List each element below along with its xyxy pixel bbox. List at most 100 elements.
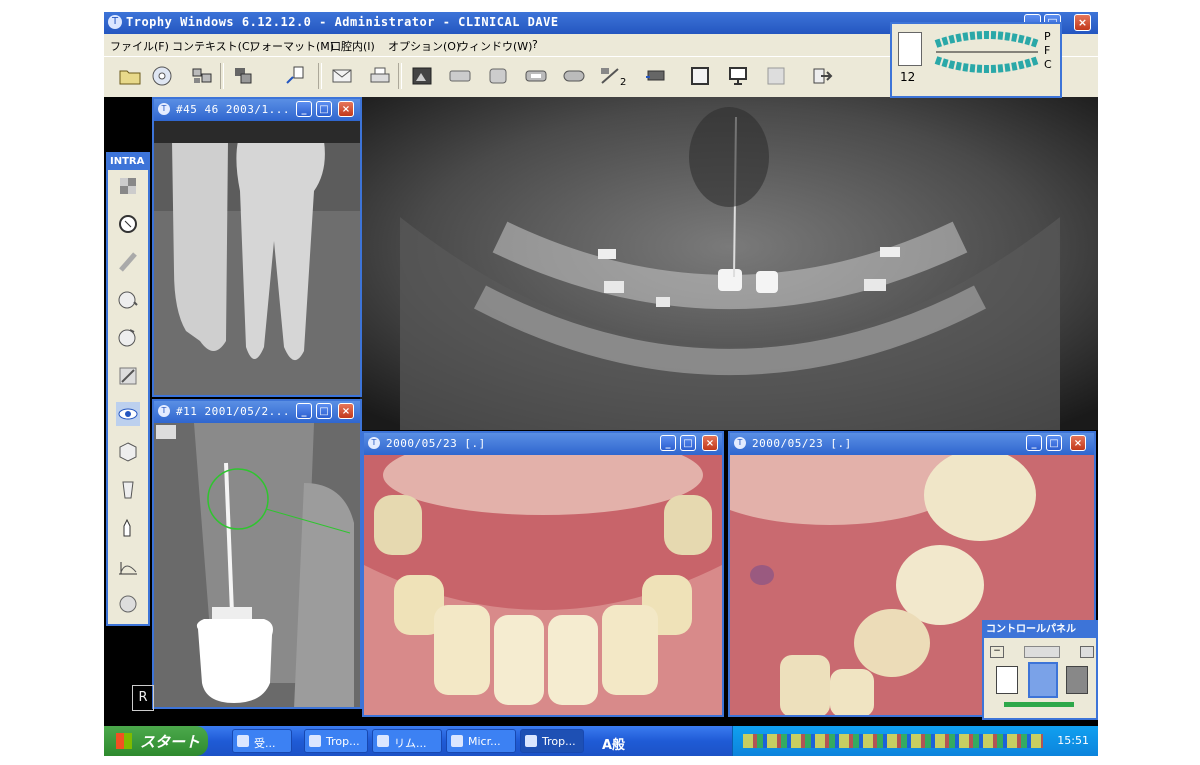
menu-file[interactable]: ファイル(F) (110, 38, 169, 54)
desktop-screen: T Trophy Windows 6.12.12.0 - Administrat… (104, 12, 1098, 756)
close-button[interactable]: × (1074, 14, 1091, 31)
check-button[interactable] (1080, 646, 1094, 658)
control-panel[interactable]: コントロールパネル − (982, 620, 1098, 720)
menu-intraoral[interactable]: 口腔内(I) (330, 38, 375, 54)
level-slider[interactable] (1004, 702, 1074, 707)
menu-help[interactable]: ? (532, 38, 538, 51)
projector-icon[interactable] (644, 65, 668, 87)
windows-logo-icon (116, 733, 132, 749)
photo-window-1[interactable]: T 2000/05/23 [.] _ □ × (362, 431, 724, 717)
close-button[interactable]: × (1070, 435, 1086, 451)
window-icon: T (158, 103, 170, 115)
taskbar-item-active[interactable]: Trop... (520, 729, 584, 753)
camera-icon[interactable] (190, 65, 214, 87)
app-title: Trophy Windows 6.12.12.0 - Administrator… (126, 15, 559, 29)
tooth-icon[interactable] (116, 478, 140, 502)
ime-indicator[interactable]: A般 (602, 734, 625, 753)
capture-icon[interactable] (486, 65, 510, 87)
import-icon[interactable] (284, 65, 308, 87)
tooth-chart-panel[interactable]: 12 P F C (890, 22, 1062, 98)
film-icon[interactable] (448, 65, 472, 87)
rotate-90-icon[interactable] (116, 326, 140, 350)
xray-window-1[interactable]: T #45 46 2003/1... _ □ × (152, 97, 362, 397)
menu-window[interactable]: ウィンドウ(W) (458, 38, 532, 54)
image-icon[interactable] (410, 65, 434, 87)
invert-button[interactable] (1066, 666, 1088, 694)
menu-options[interactable]: オプション(O) (388, 38, 460, 54)
taskbar-item[interactable]: 受... (232, 729, 292, 753)
exit-icon[interactable] (810, 65, 834, 87)
tooth-selector-icon[interactable] (898, 32, 922, 66)
frame-icon[interactable] (688, 65, 712, 87)
maximize-button[interactable]: □ (680, 435, 696, 451)
contrast-button[interactable] (996, 666, 1018, 694)
start-button[interactable]: スタート (104, 726, 208, 756)
histogram-icon[interactable] (116, 554, 140, 578)
compare-icon[interactable] (598, 65, 622, 87)
magnify-icon[interactable] (116, 212, 140, 236)
minimize-button[interactable]: _ (296, 403, 312, 419)
intra-toolbar-title: INTRA (108, 154, 148, 170)
close-button[interactable]: × (338, 403, 354, 419)
draw-icon[interactable] (116, 364, 140, 388)
letter-f[interactable]: F (1044, 44, 1052, 58)
xray-window-2[interactable]: T #11 2001/05/2... _ □ × (152, 399, 362, 709)
minimize-button[interactable]: _ (1026, 435, 1042, 451)
xray-image-2[interactable] (154, 423, 360, 707)
ruler-icon[interactable] (116, 250, 140, 274)
hand-icon[interactable] (116, 516, 140, 540)
menu-context[interactable]: コンテキスト(C) (172, 38, 254, 54)
letter-c[interactable]: C (1044, 58, 1052, 72)
mosaic-icon[interactable] (116, 174, 140, 198)
scan-icon[interactable] (524, 65, 548, 87)
cd-icon[interactable] (150, 65, 174, 87)
close-button[interactable]: × (702, 435, 718, 451)
blank-icon[interactable] (764, 65, 788, 87)
photo-window-1-titlebar[interactable]: T 2000/05/23 [.] _ □ × (364, 433, 722, 455)
control-panel-title: コントロールパネル (984, 622, 1096, 638)
taskbar-item[interactable]: Trop... (304, 729, 368, 753)
layout-icon[interactable] (232, 65, 256, 87)
orientation-label: R (132, 685, 154, 711)
monitor-icon[interactable] (726, 65, 750, 87)
panoramic-xray[interactable] (360, 97, 1098, 430)
sensor-icon[interactable] (562, 65, 586, 87)
dental-arch-chart[interactable] (932, 30, 1042, 90)
counter-label: 2 (620, 77, 627, 88)
maximize-button[interactable]: □ (316, 101, 332, 117)
minus-button[interactable]: − (990, 646, 1004, 658)
xray-window-1-title: #45 46 2003/1... (176, 103, 290, 116)
tooth-number: 12 (900, 70, 916, 84)
photo-window-2-titlebar[interactable]: T 2000/05/23 [.] _ □ × (730, 433, 1094, 455)
rotate-180-icon[interactable] (116, 288, 140, 312)
photo-window-2-title: 2000/05/23 [.] (752, 437, 852, 450)
menu-format[interactable]: フォーマット(M) (250, 38, 334, 54)
taskbar-item[interactable]: リム... (372, 729, 442, 753)
maximize-button[interactable]: □ (316, 403, 332, 419)
app-icon: T (108, 15, 122, 29)
system-tray: 15:51 (732, 726, 1098, 756)
app-icon (525, 735, 537, 747)
open-folder-icon[interactable] (118, 65, 142, 87)
cube-icon[interactable] (116, 440, 140, 464)
xray-window-1-titlebar[interactable]: T #45 46 2003/1... _ □ × (154, 99, 360, 121)
taskbar-item[interactable]: Micr... (446, 729, 516, 753)
tray-icons[interactable] (743, 734, 1043, 748)
app-icon (237, 735, 249, 747)
letter-p[interactable]: P (1044, 30, 1052, 44)
print-icon[interactable] (368, 65, 392, 87)
eye-icon[interactable] (116, 402, 140, 426)
mail-icon[interactable] (330, 65, 354, 87)
xray-image-1[interactable] (154, 121, 360, 395)
app-icon (451, 735, 463, 747)
maximize-button[interactable]: □ (1046, 435, 1062, 451)
app-icon (309, 735, 321, 747)
minimize-button[interactable]: _ (660, 435, 676, 451)
xray-window-2-titlebar[interactable]: T #11 2001/05/2... _ □ × (154, 401, 360, 423)
intraoral-photo-1[interactable] (364, 455, 722, 715)
brightness-control[interactable] (1024, 646, 1060, 658)
tooth-chart-icon[interactable] (116, 592, 140, 616)
minimize-button[interactable]: _ (296, 101, 312, 117)
gamma-button[interactable] (1028, 662, 1058, 698)
close-button[interactable]: × (338, 101, 354, 117)
